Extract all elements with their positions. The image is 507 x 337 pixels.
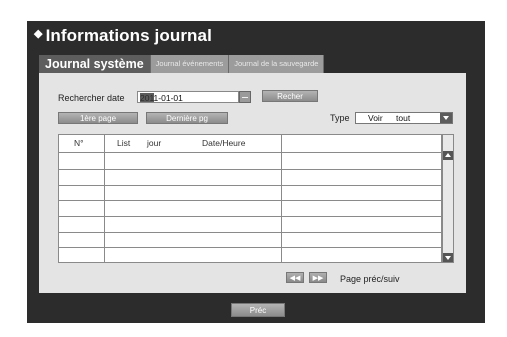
date-cursor: [140, 93, 154, 102]
prev-button[interactable]: Préc: [231, 303, 285, 317]
table-row[interactable]: [59, 169, 441, 170]
date-spin-button[interactable]: [239, 91, 251, 103]
first-page-button[interactable]: 1ère page: [58, 112, 138, 124]
window-title: ◆ Informations journal: [34, 26, 212, 46]
table-scrollbar[interactable]: [442, 134, 454, 263]
table-header: N° List jour Date/Heure: [59, 135, 441, 153]
log-table: N° List jour Date/Heure: [58, 134, 442, 263]
page-nav-label: Page préc/suiv: [340, 274, 400, 284]
scroll-up-icon[interactable]: [443, 151, 453, 160]
table-row[interactable]: [59, 216, 441, 217]
type-select-value-2: tout: [396, 113, 411, 123]
last-page-button[interactable]: Dernière pg: [146, 112, 228, 124]
column-header-list: List: [117, 138, 131, 148]
next-page-button[interactable]: ▶▶: [309, 272, 327, 283]
tab-bar: Journal système Journal événements Journ…: [39, 55, 325, 74]
previous-page-button[interactable]: ◀◀: [286, 272, 304, 283]
search-date-label: Rechercher date: [58, 93, 125, 103]
type-select-value: Voir: [368, 113, 383, 123]
title-text: Informations journal: [45, 26, 212, 45]
search-button[interactable]: Recher: [262, 90, 318, 102]
column-header-datetime: Date/Heure: [202, 138, 246, 148]
tab-backup-log[interactable]: Journal de la sauvegarde: [229, 55, 325, 73]
tab-event-log[interactable]: Journal événements: [150, 55, 230, 73]
type-select[interactable]: Voir tout: [355, 112, 453, 124]
table-row[interactable]: [59, 247, 441, 248]
column-header-number: N°: [74, 138, 84, 148]
chevron-down-icon: [440, 113, 452, 123]
type-label: Type: [330, 113, 350, 123]
column-divider: [281, 135, 282, 262]
search-date-input[interactable]: 2011-01-01: [137, 91, 239, 103]
scroll-down-icon[interactable]: [443, 253, 453, 262]
tab-system-log[interactable]: Journal système: [39, 55, 151, 74]
table-row[interactable]: [59, 200, 441, 201]
diamond-icon: ◆: [34, 27, 43, 40]
table-row[interactable]: [59, 232, 441, 233]
column-header-day: jour: [147, 138, 162, 148]
table-row[interactable]: [59, 185, 441, 186]
column-divider: [104, 135, 105, 262]
